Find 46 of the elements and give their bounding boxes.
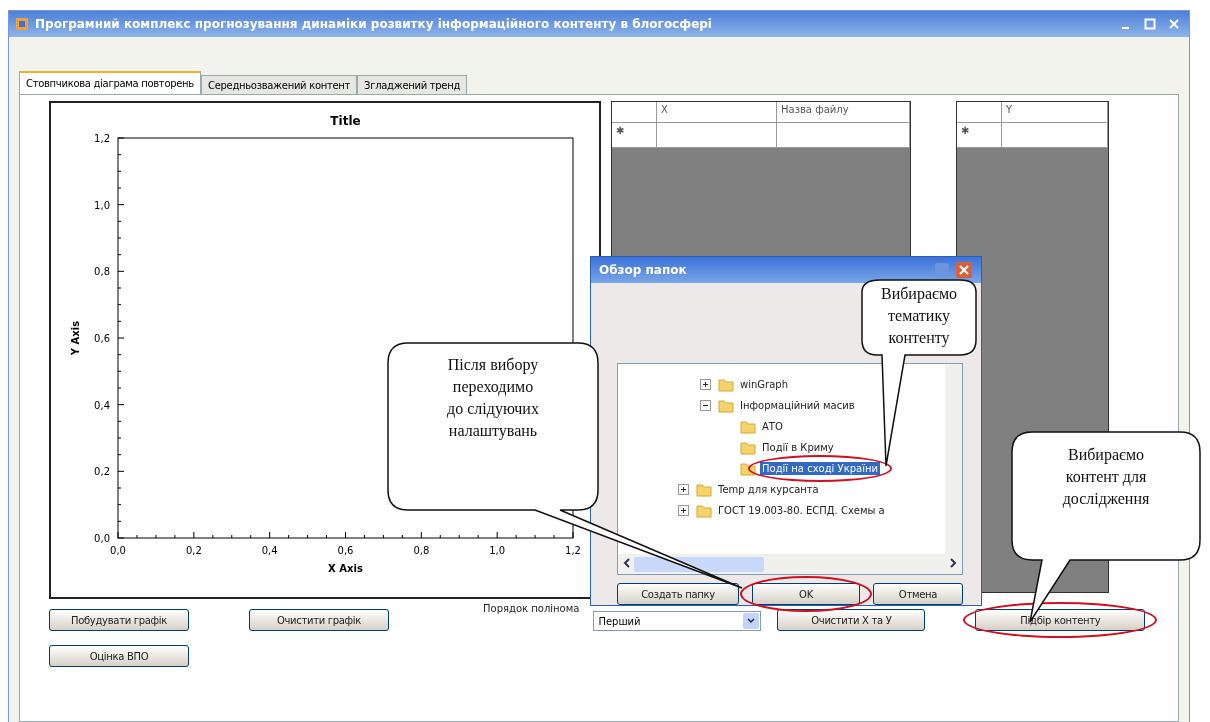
window-title: Програмний комплекс прогнозування динаміки розвитку інформаційного контенту в блогосфері	[35, 17, 713, 31]
axis-label: Y Axis	[70, 320, 81, 356]
dialog-title: Обзор папок	[599, 263, 688, 277]
column-header: Y	[1002, 102, 1108, 122]
folder-item[interactable]: Події в Криму	[760, 441, 836, 454]
chart-title: Title	[330, 114, 361, 128]
tab[interactable]: Середньозважений контент	[200, 75, 358, 94]
action-button[interactable]: Очистити графік	[249, 609, 389, 631]
folder-item[interactable]: Події на сході України	[760, 462, 880, 475]
dialog-button[interactable]: Создать папку	[617, 583, 739, 605]
tick-label: 0,0	[110, 545, 126, 556]
axis-label: X Axis	[328, 563, 363, 574]
tick-label: 1,0	[489, 545, 506, 556]
tab[interactable]: Згладжений тренд	[357, 75, 468, 94]
tick-label: 0,6	[337, 545, 354, 556]
tick-label: 0,8	[94, 266, 110, 278]
column-header: Назва файлу	[777, 102, 910, 122]
tick-label: 0,4	[261, 545, 278, 556]
tick-label: 0,0	[94, 533, 110, 544]
tick-label: 0,6	[94, 333, 110, 344]
folder-item[interactable]: Інформаційний масив	[738, 399, 857, 412]
callout-text: Вибираємо контент для дослідження	[1061, 445, 1151, 510]
callout-text: Вибираємо тематику контенту	[880, 284, 958, 349]
tick-label: 1,2	[565, 545, 581, 556]
dialog-button[interactable]: OK	[752, 583, 860, 605]
dropdown-field[interactable]: Перший	[593, 611, 762, 631]
folder-item[interactable]: АТО	[760, 420, 785, 433]
action-button[interactable]: Очистити X та У	[777, 609, 926, 631]
column-header: X	[657, 102, 777, 122]
tab[interactable]: Стовпчикова діаграма повторень	[19, 71, 201, 94]
folder-item[interactable]: winGraph	[738, 378, 790, 391]
tick-label: 0,8	[413, 545, 430, 556]
folder-item[interactable]: ГОСТ 19.003-80. ЕСПД. Схемы а	[716, 504, 887, 517]
tick-label: 1,0	[94, 199, 110, 211]
dropdown-value: Перший	[598, 615, 641, 627]
dialog-button[interactable]: Отмена	[873, 583, 963, 605]
tick-label: 0,2	[185, 545, 202, 556]
action-button[interactable]: Побудувати графік	[49, 609, 189, 631]
tick-label: 0,2	[94, 466, 110, 478]
action-button[interactable]: Підбір контенту	[975, 609, 1146, 631]
action-button[interactable]: Оцінка ВПО	[49, 645, 189, 667]
folder-item[interactable]: Temp для курсанта	[716, 483, 821, 496]
callout-text: Після вибору переходимо до слідуючих налаштувань	[446, 355, 540, 442]
tick-label: 0,4	[94, 399, 110, 411]
tick-label: 1,2	[94, 133, 110, 144]
field-label: Порядок полінома	[483, 603, 580, 614]
